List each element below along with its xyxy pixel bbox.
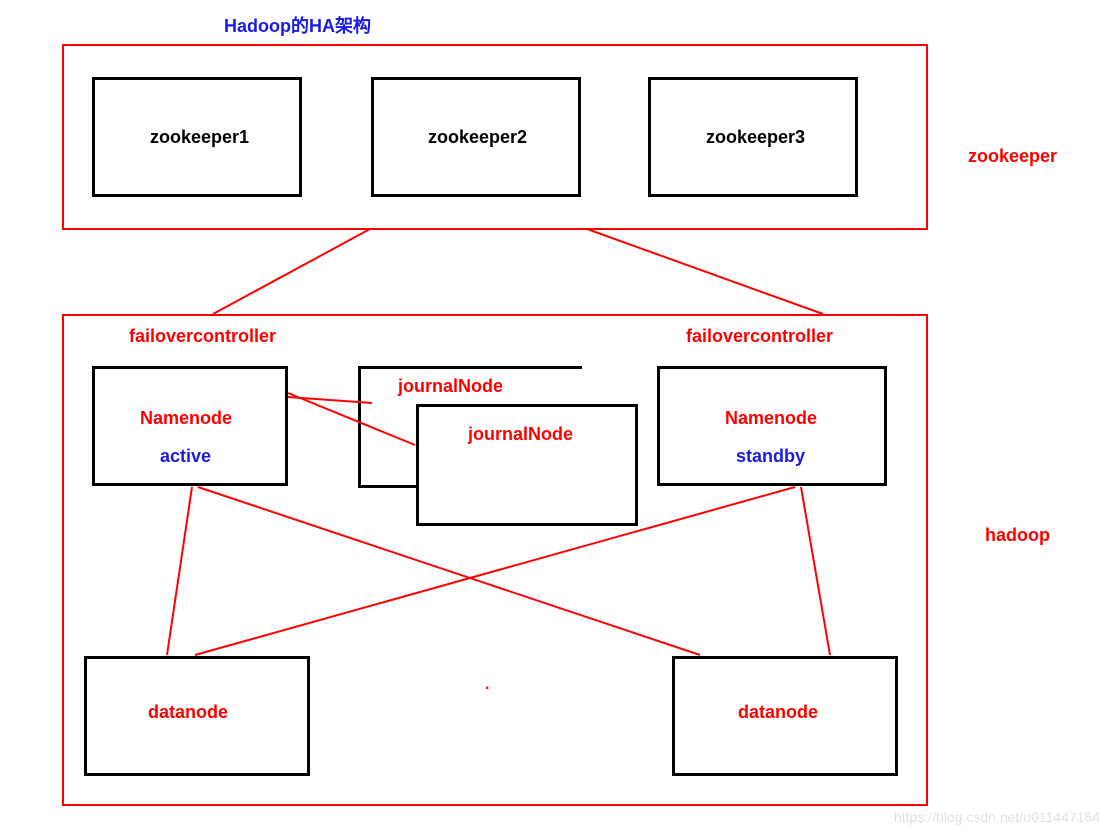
datanode-left-label: datanode [148,702,228,723]
watermark-text: https://blog.csdn.net/u011447164 [894,809,1100,825]
failovercontroller-label-right: failovercontroller [686,326,833,347]
namenode-standby-name: Namenode [725,408,817,429]
failovercontroller-label-left: failovercontroller [129,326,276,347]
stray-dot: · [485,680,490,698]
hadoop-cluster-label: hadoop [985,525,1050,546]
zookeeper-node-2-label: zookeeper2 [428,127,527,148]
journalnode-front-label: journalNode [468,424,573,445]
journalnode-back-label: journalNode [398,376,503,397]
namenode-active-state: active [160,446,211,467]
zookeeper-node-3-label: zookeeper3 [706,127,805,148]
journalnode-front-box [416,404,638,526]
namenode-standby-state: standby [736,446,805,467]
diagram-title: Hadoop的HA架构 [224,12,371,38]
datanode-right-label: datanode [738,702,818,723]
namenode-active-name: Namenode [140,408,232,429]
diagram-canvas: Hadoop的HA架构 zookeeper zookeeper1 zookeep… [0,0,1114,831]
journalnode-back-top-right-stub [568,366,582,369]
zookeeper-cluster-label: zookeeper [968,146,1057,167]
zookeeper-node-1-label: zookeeper1 [150,127,249,148]
